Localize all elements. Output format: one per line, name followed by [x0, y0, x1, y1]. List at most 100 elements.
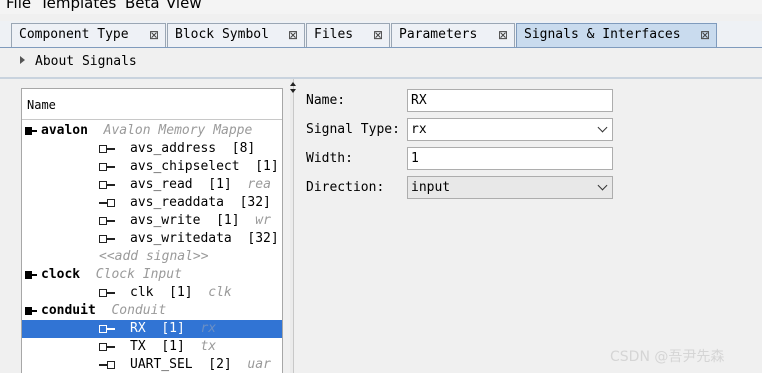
- width-field[interactable]: 1: [407, 147, 613, 170]
- input-port-icon: [99, 162, 115, 172]
- signal-role: wr: [255, 213, 271, 228]
- tree-group-avalon[interactable]: avalon Avalon Memory Mappe: [22, 122, 282, 140]
- signal-width: [1]: [216, 213, 240, 228]
- tab-label: Signals & Interfaces: [524, 27, 681, 42]
- signal-type-label: Signal Type:: [306, 122, 400, 137]
- signal-name: clk: [130, 285, 154, 300]
- input-port-icon: [99, 144, 115, 154]
- tree-row-signal[interactable]: UART_SEL [2] uar: [22, 356, 282, 373]
- close-icon[interactable]: ⊠: [149, 24, 159, 46]
- section-divider: [0, 77, 762, 79]
- pane-splitter[interactable]: [290, 79, 296, 373]
- close-icon[interactable]: ⊠: [498, 24, 508, 46]
- tab-label: Files: [314, 27, 354, 42]
- tab-parameters[interactable]: Parameters ⊠: [391, 23, 515, 47]
- close-icon[interactable]: ⊠: [373, 24, 383, 46]
- tab-label: Block Symbol: [175, 27, 269, 42]
- tab-label: Component Type: [19, 27, 129, 42]
- interface-icon: [25, 306, 37, 316]
- tree-row-signal-selected[interactable]: RX [1] rx: [22, 320, 282, 338]
- collapse-down-icon[interactable]: [290, 89, 296, 93]
- tree-group-conduit[interactable]: conduit Conduit: [22, 302, 282, 320]
- signal-name: avs_writedata: [130, 231, 232, 246]
- signal-role: uar: [247, 357, 271, 372]
- width-label: Width:: [306, 151, 353, 166]
- input-port-icon: [99, 216, 115, 226]
- input-port-icon: [99, 288, 115, 298]
- signal-name: avs_read: [130, 177, 193, 192]
- group-name: conduit: [41, 303, 96, 318]
- group-name: clock: [41, 267, 81, 282]
- signal-width: [8]: [231, 141, 256, 156]
- watermark: CSDN @吾尹先森: [610, 349, 725, 365]
- group-name: avalon: [41, 123, 88, 138]
- output-port-icon: [99, 360, 115, 370]
- expand-arrow-icon: [20, 56, 25, 64]
- chevron-down-icon: [597, 122, 608, 133]
- direction-label: Direction:: [306, 180, 385, 195]
- tree-row-signal[interactable]: clk [1] clk: [22, 284, 282, 302]
- tab-component-type[interactable]: Component Type ⊠: [11, 23, 166, 47]
- signal-role: rea: [247, 177, 271, 192]
- tab-label: Parameters: [399, 27, 478, 42]
- tab-files[interactable]: Files ⊠: [306, 23, 390, 47]
- tree-row-signal[interactable]: avs_chipselect [1]: [22, 158, 282, 176]
- tab-bar: Component Type ⊠ Block Symbol ⊠ Files ⊠ …: [0, 21, 762, 47]
- tree-group-clock[interactable]: clock Clock Input: [22, 266, 282, 284]
- signal-width: [1]: [161, 321, 185, 336]
- signal-role: clk: [208, 285, 232, 300]
- about-signals-toggle[interactable]: About Signals: [20, 54, 137, 69]
- tree-row-signal[interactable]: avs_write [1] wr: [22, 212, 282, 230]
- tab-block-symbol[interactable]: Block Symbol ⊠: [167, 23, 305, 47]
- tree-row-signal[interactable]: avs_read [1] rea: [22, 176, 282, 194]
- signal-name: RX: [130, 321, 146, 336]
- signal-name: avs_chipselect: [130, 159, 240, 174]
- tree-row-signal[interactable]: avs_readdata [32]: [22, 194, 282, 212]
- close-icon[interactable]: ⊠: [288, 24, 298, 46]
- menu-templates[interactable]: Templates: [40, 0, 116, 12]
- direction-combo[interactable]: input: [407, 176, 613, 199]
- tree-row-signal[interactable]: TX [1] tx: [22, 338, 282, 356]
- interface-icon: [25, 126, 37, 136]
- tree-column-header: Name: [22, 89, 282, 120]
- group-detail: Avalon Memory Mappe: [103, 123, 253, 138]
- input-port-icon: [99, 324, 115, 334]
- tree-row-signal[interactable]: avs_writedata [32]: [22, 230, 282, 248]
- name-label: Name:: [306, 93, 346, 108]
- signal-name: avs_address: [130, 141, 217, 156]
- chevron-down-icon: [597, 180, 608, 191]
- signal-name: UART_SEL: [130, 357, 193, 372]
- input-port-icon: [99, 180, 115, 190]
- signal-name: avs_readdata: [130, 195, 224, 210]
- input-port-icon: [99, 234, 115, 244]
- tab-signals-interfaces[interactable]: Signals & Interfaces ⊠: [516, 23, 717, 47]
- signal-width: [1]: [161, 339, 185, 354]
- signal-width: [1]: [169, 285, 193, 300]
- menu-bar: File Templates Beta View: [0, 0, 762, 14]
- about-signals-label: About Signals: [35, 54, 137, 69]
- signal-type-combo[interactable]: rx: [407, 118, 613, 141]
- input-port-icon: [99, 342, 115, 352]
- tree-row-add-signal[interactable]: <<add signal>>: [22, 248, 282, 266]
- signal-tree[interactable]: Name avalon Avalon Memory Mappe avs_addr…: [21, 88, 283, 373]
- signal-width: [1]: [208, 177, 232, 192]
- collapse-up-icon[interactable]: [290, 82, 296, 86]
- interface-icon: [25, 270, 37, 280]
- output-port-icon: [99, 198, 115, 208]
- group-detail: Conduit: [111, 303, 167, 318]
- signal-role: tx: [200, 339, 217, 354]
- menu-file[interactable]: File: [6, 0, 31, 12]
- signal-width: [32]: [239, 195, 271, 210]
- signal-name: avs_write: [130, 213, 201, 228]
- group-detail: Clock Input: [95, 267, 182, 282]
- direction-value: input: [411, 180, 451, 195]
- tree-row-signal[interactable]: avs_address [8]: [22, 140, 282, 158]
- menu-view[interactable]: View: [166, 0, 202, 12]
- signal-name: TX: [130, 339, 146, 354]
- name-field[interactable]: RX: [407, 89, 613, 112]
- signal-width: [32]: [247, 231, 279, 246]
- signal-role: rx: [200, 321, 217, 336]
- signal-width: [2]: [208, 357, 232, 372]
- close-icon[interactable]: ⊠: [700, 24, 710, 46]
- menu-beta[interactable]: Beta: [125, 0, 160, 12]
